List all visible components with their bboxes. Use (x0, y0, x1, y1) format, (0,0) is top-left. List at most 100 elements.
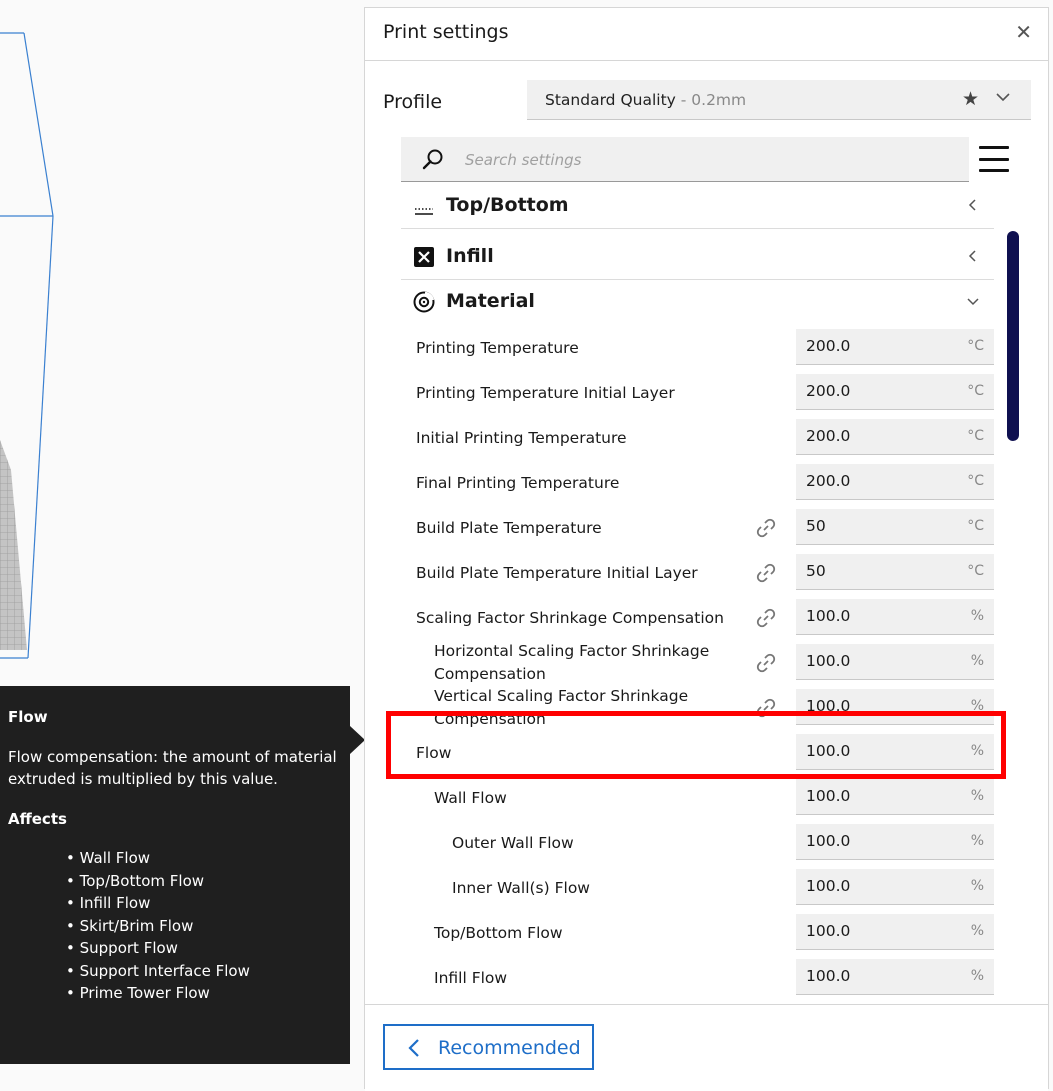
setting-row-build-plate-temperature: Build Plate Temperature 50 °C (401, 505, 994, 550)
setting-label: Initial Printing Temperature (416, 429, 627, 447)
tooltip-affects-item: Prime Tower Flow (66, 982, 342, 1005)
build-plate (0, 440, 27, 650)
recommended-button[interactable]: Recommended (383, 1024, 594, 1070)
chevron-down-icon (996, 93, 1010, 102)
link-icon[interactable] (754, 606, 778, 630)
category-infill[interactable]: Infill (401, 235, 994, 280)
setting-unit: °C (967, 383, 984, 399)
tooltip-affects-item: Skirt/Brim Flow (66, 915, 342, 938)
setting-value: 200.0 (806, 427, 851, 445)
settings-scrollbar[interactable] (1007, 231, 1019, 441)
setting-row-final-printing-temperature: Final Printing Temperature 200.0 °C (401, 460, 994, 505)
material-icon (413, 291, 435, 313)
setting-input[interactable]: 100.0 % (796, 869, 994, 905)
setting-input[interactable]: 200.0 °C (796, 374, 994, 410)
setting-input[interactable]: 100.0 % (796, 914, 994, 950)
setting-value: 50 (806, 517, 826, 535)
profile-dropdown[interactable]: Standard Quality - 0.2mm ★ (527, 80, 1031, 120)
setting-label: Outer Wall Flow (452, 834, 574, 852)
tooltip-arrow (350, 726, 365, 754)
setting-row-inner-wall-flow: Inner Wall(s) Flow 100.0 % (401, 865, 994, 910)
setting-label: Printing Temperature Initial Layer (416, 384, 675, 402)
setting-label: Build Plate Temperature (416, 519, 602, 537)
setting-unit: °C (967, 338, 984, 354)
tooltip-affects-item: Support Interface Flow (66, 960, 342, 983)
top-bottom-icon (415, 208, 433, 215)
close-icon[interactable]: ✕ (1015, 20, 1032, 44)
setting-input[interactable]: 200.0 °C (796, 329, 994, 365)
chevron-left-icon (408, 1039, 419, 1057)
profile-layer-height: - 0.2mm (675, 91, 747, 109)
setting-value: 100.0 (806, 967, 851, 985)
tooltip-affects-item: Wall Flow (66, 847, 342, 870)
category-label: Top/Bottom (446, 194, 569, 216)
chevron-left-icon (968, 250, 976, 262)
setting-input[interactable]: 200.0 °C (796, 464, 994, 500)
setting-row-wall-flow: Wall Flow 100.0 % (401, 775, 994, 820)
tooltip-affects-item: Support Flow (66, 937, 342, 960)
setting-input[interactable]: 100.0 % (796, 779, 994, 815)
category-top-bottom[interactable]: Top/Bottom (401, 190, 994, 229)
recommended-label: Recommended (438, 1037, 581, 1059)
setting-unit: °C (967, 473, 984, 489)
setting-row-printing-temperature-initial-layer: Printing Temperature Initial Layer 200.0… (401, 370, 994, 415)
tooltip-affects-item: Infill Flow (66, 892, 342, 915)
setting-row-build-plate-temperature-initial-layer: Build Plate Temperature Initial Layer 50… (401, 550, 994, 595)
link-icon[interactable] (754, 516, 778, 540)
panel-title: Print settings (383, 21, 509, 43)
setting-unit: % (970, 788, 984, 804)
category-label: Infill (446, 245, 494, 267)
settings-menu-icon[interactable] (979, 146, 1009, 172)
setting-label: Printing Temperature (416, 339, 579, 357)
tooltip-description: Flow compensation: the amount of materia… (8, 747, 337, 789)
chevron-left-icon (968, 199, 976, 211)
setting-input[interactable]: 100.0 % (796, 599, 994, 635)
setting-label: Horizontal Scaling Factor Shrinkage Comp… (434, 642, 710, 683)
profile-value: Standard Quality - 0.2mm (545, 91, 746, 109)
setting-unit: % (970, 923, 984, 939)
setting-value: 100.0 (806, 607, 851, 625)
setting-unit: % (970, 878, 984, 894)
panel-header: Print settings ✕ (365, 8, 1048, 61)
setting-input[interactable]: 50 °C (796, 554, 994, 590)
setting-input[interactable]: 100.0 % (796, 824, 994, 860)
setting-unit: °C (967, 563, 984, 579)
setting-label: Inner Wall(s) Flow (452, 879, 590, 897)
setting-value: 200.0 (806, 472, 851, 490)
setting-row-top-bottom-flow: Top/Bottom Flow 100.0 % (401, 910, 994, 955)
panel-footer: Recommended (365, 1004, 1048, 1091)
tooltip-affects-list: Wall Flow Top/Bottom Flow Infill Flow Sk… (8, 847, 342, 1005)
star-icon[interactable]: ★ (962, 88, 979, 110)
print-settings-panel: Print settings ✕ Profile Standard Qualit… (364, 7, 1049, 1091)
setting-input[interactable]: 100.0 % (796, 644, 994, 680)
setting-value: 100.0 (806, 652, 851, 670)
setting-value: 50 (806, 562, 826, 580)
profile-name: Standard Quality (545, 91, 676, 109)
search-box[interactable] (401, 137, 969, 183)
search-icon (422, 149, 443, 170)
link-icon[interactable] (754, 651, 778, 675)
setting-value: 100.0 (806, 832, 851, 850)
tooltip-title: Flow (8, 708, 48, 726)
setting-unit: % (970, 968, 984, 984)
setting-value: 100.0 (806, 787, 851, 805)
setting-row-initial-printing-temperature: Initial Printing Temperature 200.0 °C (401, 415, 994, 460)
flow-highlight-box (386, 711, 1006, 779)
category-material[interactable]: Material (401, 280, 994, 324)
setting-input[interactable]: 200.0 °C (796, 419, 994, 455)
setting-value: 100.0 (806, 922, 851, 940)
setting-row-outer-wall-flow: Outer Wall Flow 100.0 % (401, 820, 994, 865)
category-label: Material (446, 290, 535, 312)
setting-unit: % (970, 608, 984, 624)
link-icon[interactable] (754, 561, 778, 585)
infill-icon (414, 247, 434, 267)
setting-unit: % (970, 833, 984, 849)
setting-input[interactable]: 50 °C (796, 509, 994, 545)
setting-tooltip: Flow Flow compensation: the amount of ma… (0, 686, 350, 1064)
search-input[interactable] (463, 137, 947, 183)
setting-row-infill-flow: Infill Flow 100.0 % (401, 955, 994, 1000)
setting-input[interactable]: 100.0 % (796, 959, 994, 995)
setting-unit: °C (967, 518, 984, 534)
setting-label: Wall Flow (434, 789, 507, 807)
settings-list[interactable]: Top/Bottom Infill Material Printing Temp… (401, 190, 994, 1000)
